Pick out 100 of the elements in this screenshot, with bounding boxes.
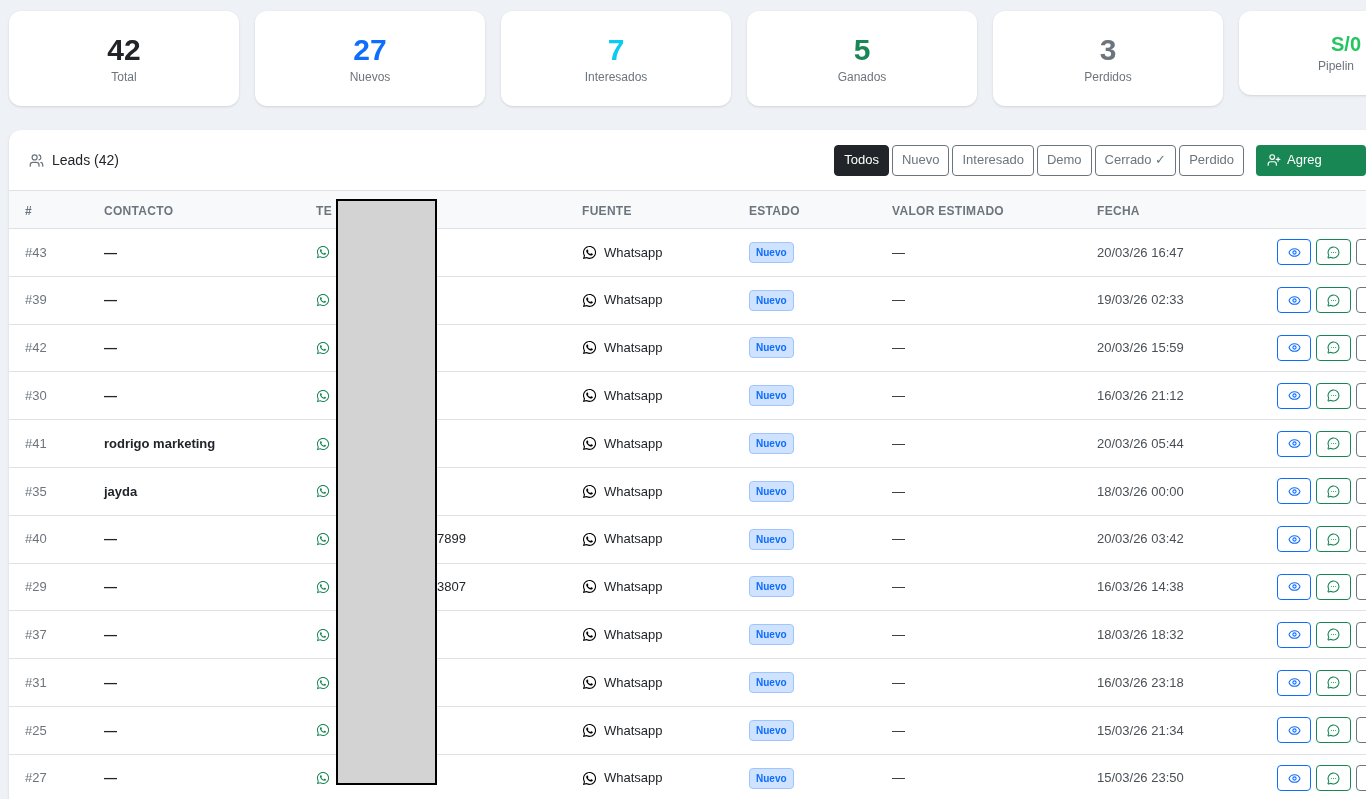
status-badge: Nuevo [749, 241, 794, 263]
chat-button[interactable] [1316, 478, 1351, 505]
whatsapp-icon [316, 579, 330, 594]
eye-icon [1287, 341, 1301, 355]
source-text: Whatsapp [604, 578, 663, 597]
eye-icon [1287, 484, 1301, 498]
whatsapp-icon [316, 341, 330, 355]
date-text: 16/03/26 14:38 [1097, 579, 1184, 595]
view-button[interactable] [1277, 335, 1311, 361]
chat-button[interactable] [1316, 382, 1351, 409]
whatsapp-icon [316, 436, 330, 451]
view-button[interactable] [1277, 382, 1311, 409]
filter-button[interactable]: Interesado [952, 144, 1034, 176]
add-lead-button[interactable]: Agreg [1256, 144, 1366, 176]
stat-label: Interesados [584, 69, 648, 87]
view-button[interactable] [1277, 478, 1311, 505]
whatsapp-icon [582, 244, 597, 260]
column-header: CONTACTO [104, 203, 174, 218]
panel-title: Leads (42) [52, 150, 119, 170]
source-text: Whatsapp [604, 339, 663, 358]
status-badge: Nuevo [749, 767, 794, 789]
date-text: 15/03/26 23:50 [1097, 770, 1184, 786]
eye-icon [1287, 532, 1301, 546]
status-badge: Nuevo [749, 289, 794, 311]
contact-name: — [104, 531, 117, 547]
whatsapp-icon [582, 292, 597, 308]
stat-label: Perdidos [1084, 69, 1132, 87]
stat-value: S/0 [1331, 31, 1362, 57]
chat-icon [1327, 676, 1340, 690]
chat-icon [1327, 628, 1340, 642]
stat-value: 7 [607, 31, 625, 68]
source-text: Whatsapp [604, 673, 663, 692]
contact-name: — [104, 292, 117, 308]
filter-button[interactable]: Perdido [1179, 144, 1244, 176]
chat-icon [1327, 437, 1340, 451]
view-button[interactable] [1277, 287, 1311, 314]
phone-number: 7899 [437, 530, 466, 549]
estimated-value: — [892, 388, 905, 404]
whatsapp-icon [582, 579, 597, 595]
contact-name: — [104, 244, 117, 260]
chat-button[interactable] [1316, 430, 1351, 457]
row-id: #29 [25, 579, 47, 595]
contact-name: — [104, 340, 117, 356]
stat-value: 27 [353, 31, 387, 68]
estimated-value: — [892, 531, 905, 547]
filter-button[interactable]: Todos [834, 144, 889, 176]
eye-icon [1287, 437, 1301, 451]
chat-button[interactable] [1316, 765, 1351, 792]
chat-button[interactable] [1316, 669, 1351, 696]
chat-button[interactable] [1316, 573, 1351, 600]
whatsapp-icon [316, 388, 330, 403]
view-button[interactable] [1277, 573, 1311, 600]
chat-button[interactable] [1316, 526, 1351, 553]
view-button[interactable] [1277, 765, 1311, 792]
chat-button[interactable] [1316, 239, 1351, 266]
view-button[interactable] [1277, 526, 1311, 553]
whatsapp-icon [316, 723, 330, 738]
date-text: 20/03/26 15:59 [1097, 340, 1184, 356]
eye-icon [1287, 245, 1301, 259]
whatsapp-icon [316, 627, 330, 642]
stat-label: Ganados [837, 69, 887, 87]
chat-button[interactable] [1316, 717, 1351, 744]
source-text: Whatsapp [604, 721, 663, 740]
view-button[interactable] [1277, 669, 1311, 696]
estimated-value: — [892, 770, 905, 786]
whatsapp-icon [316, 532, 330, 547]
status-badge: Nuevo [749, 433, 794, 455]
chat-button[interactable] [1316, 335, 1351, 361]
filter-button[interactable]: Cerrado ✓ [1094, 144, 1177, 176]
contact-name: — [104, 770, 117, 786]
eye-icon [1287, 628, 1301, 642]
date-text: 18/03/26 18:32 [1097, 627, 1184, 642]
view-button[interactable] [1277, 430, 1311, 457]
whatsapp-icon [316, 293, 330, 308]
chat-icon [1327, 484, 1340, 498]
estimated-value: — [892, 627, 905, 642]
whatsapp-icon [316, 771, 330, 786]
whatsapp-icon [316, 245, 330, 260]
status-badge: Nuevo [749, 480, 794, 502]
view-button[interactable] [1277, 717, 1311, 744]
filter-button[interactable]: Demo [1036, 144, 1092, 176]
chat-button[interactable] [1316, 287, 1351, 314]
user-plus-icon [1267, 153, 1281, 167]
filter-button[interactable]: Nuevo [891, 144, 950, 176]
chat-icon [1327, 293, 1340, 307]
view-button[interactable] [1277, 621, 1311, 648]
date-text: 16/03/26 21:12 [1097, 388, 1184, 404]
chat-icon [1327, 723, 1340, 737]
row-id: #43 [25, 244, 47, 260]
phone-number: 3807 [437, 578, 466, 597]
row-id: #30 [25, 388, 47, 404]
source-text: Whatsapp [604, 769, 663, 788]
whatsapp-icon [582, 483, 597, 499]
stat-value: 5 [853, 31, 871, 68]
view-button[interactable] [1277, 239, 1311, 266]
estimated-value: — [892, 674, 905, 690]
contact-name: — [104, 674, 117, 690]
estimated-value: — [892, 722, 905, 738]
chat-button[interactable] [1316, 621, 1351, 648]
estimated-value: — [892, 435, 905, 451]
